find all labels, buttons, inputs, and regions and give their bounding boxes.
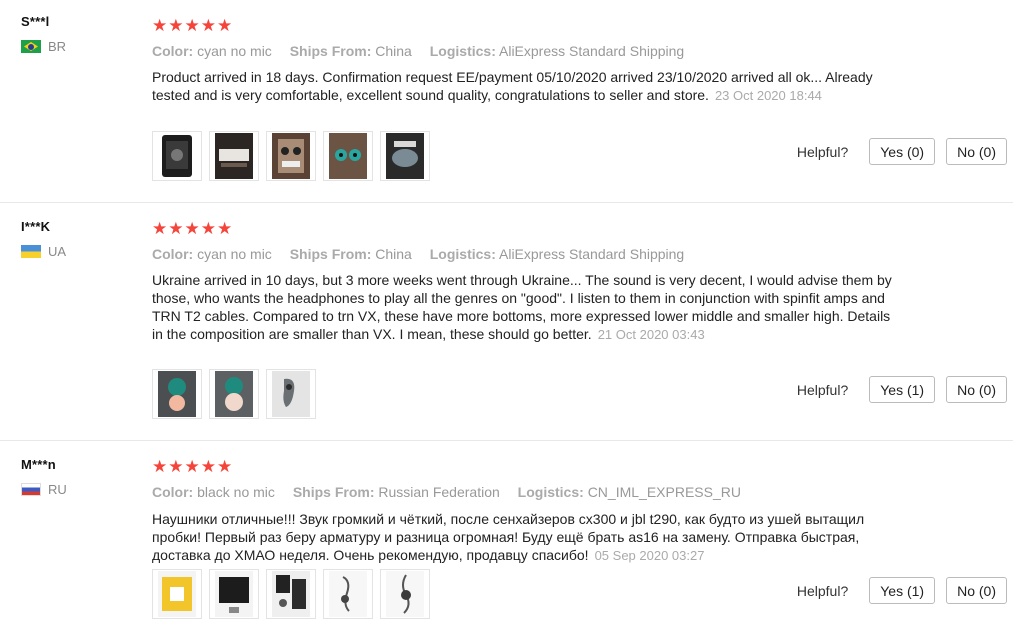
color-label: Color: [152,246,194,262]
photo-2 [215,371,253,417]
review-body: ★★★★★ Color: cyan no mic Ships From: Chi… [152,220,1013,344]
review-text: Ukraine arrived in 10 days, but 3 more w… [152,271,904,344]
review-date: 23 Oct 2020 18:44 [714,88,822,103]
photo-3 [272,371,310,417]
photo-5 [386,133,424,179]
brazil-flag-icon [21,40,41,53]
helpful-label: Helpful? [796,582,849,599]
review-body: ★★★★★ Color: black no mic Ships From: Ru… [152,458,1013,565]
review-photo-thumbnail[interactable] [209,569,259,619]
ships-from-label: Ships From: [289,246,372,262]
logistics-label: Logistics: [429,43,496,59]
review-photo-thumbnail[interactable] [266,569,316,619]
reviewer-info: S***l BR [21,14,66,54]
photo-4 [329,571,367,617]
review-photo-thumbnail[interactable] [266,369,316,419]
country-code: BR [48,39,67,54]
photo-3 [272,571,310,617]
review-content: Наушники отличные!!! Звук громкий и чётк… [152,511,865,563]
photo-3 [272,133,310,179]
helpful-label: Helpful? [796,381,849,398]
review-photo-thumbnail[interactable] [380,131,430,181]
reviewer-name: I***K [21,219,51,234]
photo-2 [215,133,253,179]
star-rating: ★★★★★ [152,457,234,476]
helpful-no-button[interactable]: No (0) [946,577,1007,604]
review-item: S***l BR ★★★★★ Color: cyan no mic Ships … [0,0,1013,203]
review-photo-thumbnail[interactable] [380,569,430,619]
reviewer-name: M***n [21,457,56,472]
photo-5 [386,571,424,617]
logistics-label: Logistics: [517,484,584,500]
star-rating: ★★★★★ [152,219,234,238]
review-item: M***n RU ★★★★★ Color: black no mic Ships… [0,441,1013,633]
ships-from-label: Ships From: [289,43,372,59]
color-label: Color: [152,43,194,59]
review-date: 21 Oct 2020 03:43 [597,327,705,342]
helpful-no-button[interactable]: No (0) [946,138,1007,165]
review-photo-thumbnail[interactable] [209,131,259,181]
review-photo-thumbnail[interactable] [323,569,373,619]
color-value: cyan no mic [197,43,272,59]
logistics-label: Logistics: [429,246,496,262]
review-photo-thumbnail[interactable] [152,131,202,181]
order-info: Color: black no mic Ships From: Russian … [152,484,1013,500]
photo-1 [158,371,196,417]
helpful-label: Helpful? [796,143,849,160]
review-body: ★★★★★ Color: cyan no mic Ships From: Chi… [152,17,1013,105]
review-photos [152,131,437,181]
logistics-value: AliExpress Standard Shipping [499,43,685,59]
photo-4 [329,133,367,179]
photo-1 [162,135,192,177]
logistics-value: AliExpress Standard Shipping [499,246,685,262]
reviewer-info: I***K UA [21,219,66,259]
helpful-section: Helpful? Yes (1) No (0) [797,376,1007,403]
review-photo-thumbnail[interactable] [266,131,316,181]
review-photos [152,569,437,619]
helpful-yes-button[interactable]: Yes (0) [869,138,936,165]
ships-from-value: China [375,43,412,59]
review-item: I***K UA ★★★★★ Color: cyan no mic Ships … [0,203,1013,441]
color-value: cyan no mic [197,246,272,262]
color-label: Color: [152,484,194,500]
reviewer-name: S***l [21,14,50,29]
reviewer-country: RU [21,482,67,497]
helpful-section: Helpful? Yes (0) No (0) [797,138,1007,165]
russia-flag-icon [21,483,41,496]
ships-from-value: China [375,246,412,262]
photo-1 [158,571,196,617]
helpful-yes-button[interactable]: Yes (1) [869,376,936,403]
reviewer-info: M***n RU [21,457,67,497]
country-code: RU [48,482,67,497]
country-code: UA [48,244,67,259]
logistics-value: CN_IML_EXPRESS_RU [587,484,741,500]
color-value: black no mic [197,484,275,500]
reviewer-country: UA [21,244,66,259]
photo-2 [215,571,253,617]
helpful-section: Helpful? Yes (1) No (0) [797,577,1007,604]
review-photo-thumbnail[interactable] [152,569,202,619]
helpful-no-button[interactable]: No (0) [946,376,1007,403]
order-info: Color: cyan no mic Ships From: China Log… [152,246,1013,262]
review-text: Product arrived in 18 days. Confirmation… [152,68,904,105]
review-photo-thumbnail[interactable] [152,369,202,419]
ukraine-flag-icon [21,245,41,258]
ships-from-label: Ships From: [292,484,375,500]
reviewer-country: BR [21,39,66,54]
review-photo-thumbnail[interactable] [323,131,373,181]
review-text: Наушники отличные!!! Звук громкий и чётк… [152,510,904,565]
review-photo-thumbnail[interactable] [209,369,259,419]
helpful-yes-button[interactable]: Yes (1) [869,577,936,604]
ships-from-value: Russian Federation [378,484,500,500]
review-content: Ukraine arrived in 10 days, but 3 more w… [152,272,892,342]
review-photos [152,369,323,419]
order-info: Color: cyan no mic Ships From: China Log… [152,43,1013,59]
review-date: 05 Sep 2020 03:27 [594,548,705,563]
star-rating: ★★★★★ [152,16,234,35]
